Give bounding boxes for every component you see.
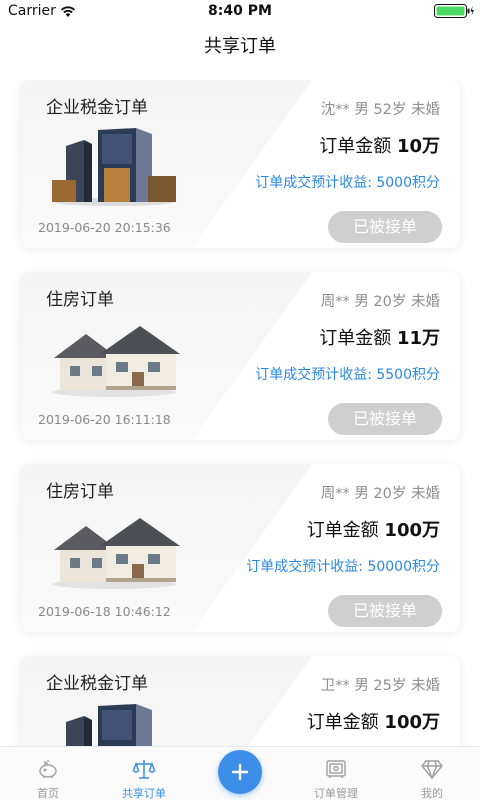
office-building-image [52, 128, 176, 206]
order-amount: 订单金额 11万 [319, 324, 440, 350]
office-building-image [66, 704, 152, 746]
amount-value: 100万 [384, 520, 440, 541]
house-image [52, 518, 180, 589]
amount-value: 10万 [396, 136, 440, 157]
order-time: 2019-06-20 16:11:18 [38, 412, 171, 427]
expected-income: 订单成交预计收益: 50000积分 [246, 559, 440, 575]
scales-icon [132, 760, 156, 779]
amount-label: 订单金额 [319, 136, 392, 157]
order-amount: 订单金额 100万 [307, 708, 440, 734]
tab-label: 共享订单 [122, 787, 166, 800]
page-title: 共享订单 [204, 36, 276, 57]
add-order-button[interactable] [218, 750, 262, 794]
tab-mine[interactable]: 我的 [384, 747, 480, 800]
tab-label: 我的 [421, 787, 443, 800]
order-title: 企业税金订单 [46, 674, 148, 694]
customer-info: 周** 男 20岁 未婚 [320, 294, 440, 310]
tab-shared-orders[interactable]: 共享订单 [96, 747, 192, 800]
amount-value: 100万 [384, 712, 440, 733]
order-card[interactable]: 住房订单 2019-06-18 10:46:12 周** 男 20岁 未婚 订单… [20, 464, 460, 632]
order-status-button[interactable]: 已被接单 [328, 403, 442, 435]
expected-income: 订单成交预计收益: 5500积分 [255, 367, 440, 383]
order-time: 2019-06-18 10:46:12 [38, 604, 171, 619]
safe-icon [326, 760, 346, 778]
piggy-bank-icon [39, 760, 57, 778]
tab-home[interactable]: 首页 [0, 747, 96, 800]
expected-income: 订单成交预计收益: 5000积分 [255, 175, 440, 191]
clock: 8:40 PM [208, 3, 272, 19]
status-bar: Carrier 8:40 PM [0, 0, 480, 24]
order-status-button[interactable]: 已被接单 [328, 211, 442, 243]
tab-label: 首页 [37, 787, 59, 800]
order-title: 住房订单 [46, 290, 114, 310]
amount-label: 订单金额 [306, 712, 379, 733]
order-title: 企业税金订单 [46, 98, 148, 118]
customer-info: 卫** 男 25岁 未婚 [320, 678, 440, 694]
tab-order-management[interactable]: 订单管理 [288, 747, 384, 800]
customer-info: 沈** 男 52岁 未婚 [320, 102, 440, 118]
amount-label: 订单金额 [306, 520, 379, 541]
tab-label: 订单管理 [314, 787, 358, 800]
order-card[interactable]: 企业税金订单 2019-06-20 20:15:36 沈** 男 52岁 未婚 … [20, 80, 460, 248]
order-list[interactable]: 企业税金订单 2019-06-20 20:15:36 沈** 男 52岁 未婚 … [0, 80, 480, 746]
diamond-icon [421, 760, 443, 780]
order-card[interactable]: 住房订单 2019-06-20 16:11:18 周** 男 20岁 未婚 订单… [20, 272, 460, 440]
amount-value: 11万 [396, 328, 440, 349]
battery-icon [434, 4, 474, 18]
order-time: 2019-06-20 20:15:36 [38, 220, 171, 235]
house-image [52, 326, 180, 397]
order-amount: 订单金额 100万 [307, 516, 440, 542]
amount-label: 订单金额 [319, 328, 392, 349]
customer-info: 周** 男 20岁 未婚 [320, 486, 440, 502]
order-title: 住房订单 [46, 482, 114, 502]
order-status-button[interactable]: 已被接单 [328, 595, 442, 627]
order-amount: 订单金额 10万 [319, 132, 440, 158]
plus-icon [231, 763, 249, 781]
order-card[interactable]: 企业税金订单 卫** 男 25岁 未婚 订单金额 100万 [20, 656, 460, 746]
